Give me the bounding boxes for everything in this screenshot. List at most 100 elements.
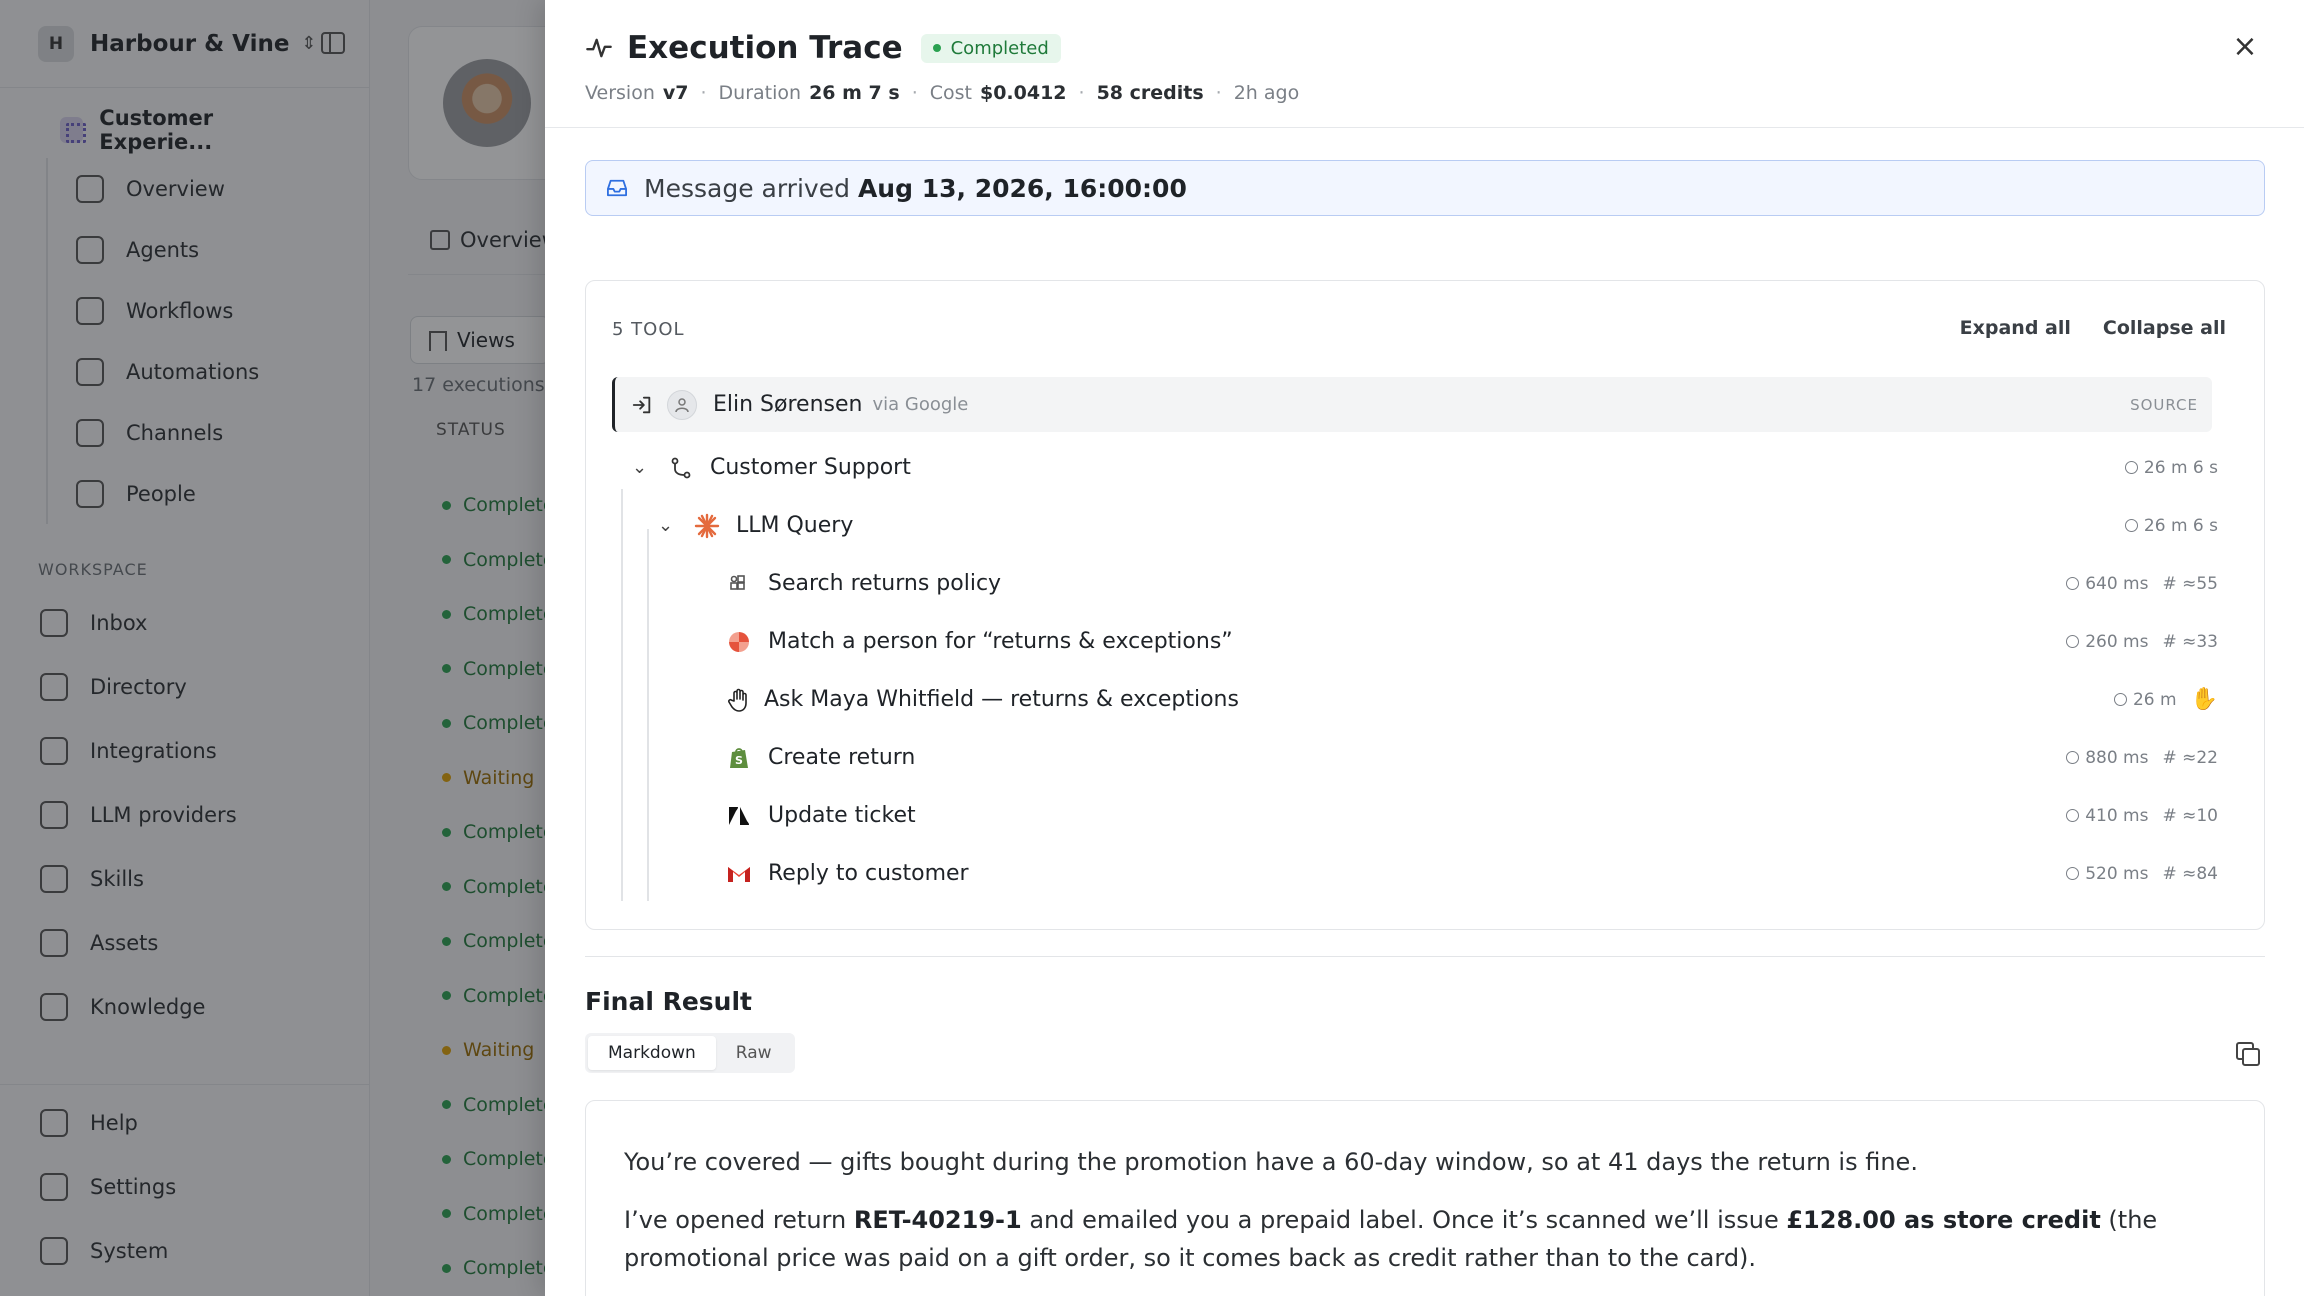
node-llm-query[interactable]: ⌄ LLM Query 26 m 6 s: [658, 497, 2232, 554]
shopify-icon: S: [726, 745, 752, 771]
grid-search-icon: [726, 571, 752, 597]
branch-icon: [668, 455, 694, 481]
node-tokens: # ≈22: [2162, 747, 2218, 768]
timer-icon: [2124, 460, 2138, 474]
tree-guide-line: [621, 489, 623, 901]
timer-icon: [2124, 518, 2138, 532]
timer-icon: [2113, 692, 2127, 706]
cost-label: Cost: [929, 82, 972, 104]
node-label: Ask Maya Whitfield — returns & exception…: [764, 687, 1239, 712]
pulse-icon: [586, 38, 612, 58]
timer-icon: [2066, 808, 2080, 822]
meta-separator: ·: [700, 82, 707, 104]
source-tag: SOURCE: [2130, 395, 2198, 414]
expand-all-button[interactable]: Expand all: [1960, 317, 2071, 339]
node-tokens: # ≈10: [2162, 805, 2218, 826]
arrived-time: Aug 13, 2026, 16:00:00: [857, 173, 1187, 203]
meta-separator: ·: [911, 82, 918, 104]
collapse-all-button[interactable]: Collapse all: [2103, 317, 2226, 339]
final-result-content: You’re covered — gifts bought during the…: [585, 1100, 2265, 1296]
node-label: Reply to customer: [768, 861, 969, 886]
result-paragraph: You’re covered — gifts bought during the…: [624, 1148, 1918, 1176]
meta-separator: ·: [1078, 82, 1085, 104]
tree-guide-line: [647, 529, 649, 901]
node-tokens: # ≈33: [2162, 631, 2218, 652]
section-divider: [585, 956, 2265, 957]
cost-value: $0.0412: [979, 82, 1067, 104]
node-tokens: # ≈84: [2162, 863, 2218, 884]
trace-age: 2h ago: [1233, 82, 1300, 104]
source-name: Elin Sørensen: [713, 392, 863, 417]
node-duration: 520 ms: [2085, 863, 2149, 884]
spark-icon: [694, 513, 720, 539]
timer-icon: [2066, 866, 2080, 880]
node-reply-to-customer[interactable]: Reply to customer 520 ms # ≈84: [726, 845, 2232, 902]
status-badge-label: Completed: [950, 37, 1049, 59]
node-create-return[interactable]: S Create return 880 ms # ≈22: [726, 729, 2232, 786]
node-duration: 26 m 6 s: [2143, 515, 2218, 536]
tab-markdown[interactable]: Markdown: [588, 1036, 716, 1070]
credit-amount: £128.00 as store credit: [1786, 1206, 2101, 1234]
duration-value: 26 m 7 s: [809, 82, 900, 104]
timer-icon: [2066, 634, 2080, 648]
status-dot: [932, 44, 941, 52]
node-label: Create return: [768, 745, 916, 770]
copy-icon[interactable]: [2236, 1042, 2260, 1066]
timer-icon: [2066, 750, 2080, 764]
human-in-loop-icon: ✋: [2190, 687, 2218, 712]
result-text: and emailed you a prepaid label. Once it…: [1021, 1206, 1787, 1234]
node-customer-support[interactable]: ⌄ Customer Support 26 m 6 s: [632, 439, 2232, 496]
node-metrics: 26 m ✋: [2113, 671, 2218, 728]
version-label: Version: [585, 82, 655, 104]
node-metrics: 410 ms # ≈10: [2066, 787, 2218, 844]
node-label: Match a person for “returns & exceptions…: [768, 629, 1233, 654]
execution-trace-drawer: Execution Trace Completed Version v7 · Du…: [545, 0, 2304, 1296]
node-ask-maya[interactable]: Ask Maya Whitfield — returns & exception…: [726, 671, 2232, 728]
node-label: Customer Support: [710, 455, 911, 480]
svg-text:S: S: [735, 754, 743, 767]
arrived-label: Message arrived: [644, 173, 850, 203]
version-value: v7: [662, 82, 689, 104]
node-metrics: 260 ms # ≈33: [2066, 613, 2218, 670]
node-duration: 26 m: [2132, 689, 2177, 710]
source-via: via Google: [872, 394, 969, 415]
node-metrics: 520 ms # ≈84: [2066, 845, 2218, 902]
node-metrics: 640 ms # ≈55: [2066, 555, 2218, 612]
meta-separator: ·: [1215, 82, 1222, 104]
node-label: Update ticket: [768, 803, 916, 828]
drawer-header: Execution Trace Completed Version v7 · Du…: [545, 0, 2304, 128]
node-match-person[interactable]: Match a person for “returns & exceptions…: [726, 613, 2232, 670]
hand-icon: [726, 687, 752, 713]
zendesk-icon: [726, 803, 752, 829]
trace-tree-card: 5 TOOL Expand all Collapse all Elin Søre…: [585, 280, 2265, 930]
node-search-returns-policy[interactable]: Search returns policy 640 ms # ≈55: [726, 555, 2232, 612]
tab-raw[interactable]: Raw: [716, 1036, 792, 1070]
result-paragraph: I’ve opened return RET-40219-1 and email…: [624, 1201, 2226, 1277]
node-metrics: 880 ms # ≈22: [2066, 729, 2218, 786]
gmail-icon: [726, 861, 752, 887]
final-result-title: Final Result: [585, 987, 752, 1016]
status-badge: Completed: [920, 33, 1061, 63]
node-metrics: 26 m 6 s: [2124, 497, 2218, 554]
chevron-down-icon[interactable]: ⌄: [632, 457, 650, 478]
node-update-ticket[interactable]: Update ticket 410 ms # ≈10: [726, 787, 2232, 844]
node-duration: 640 ms: [2085, 573, 2149, 594]
inbox-icon: [607, 179, 627, 197]
tool-count: 5 TOOL: [612, 319, 685, 340]
node-label: LLM Query: [736, 513, 854, 538]
result-format-toggle: Markdown Raw: [585, 1033, 795, 1073]
node-tokens: # ≈55: [2162, 573, 2218, 594]
close-icon[interactable]: ×: [2230, 32, 2260, 62]
chevron-down-icon[interactable]: ⌄: [658, 515, 676, 536]
user-avatar-icon: [667, 389, 697, 420]
node-duration: 26 m 6 s: [2143, 457, 2218, 478]
return-reference: RET-40219-1: [853, 1206, 1022, 1234]
node-duration: 410 ms: [2085, 805, 2149, 826]
result-text: I’ve opened return: [624, 1206, 854, 1234]
timer-icon: [2066, 576, 2080, 590]
drawer-title: Execution Trace: [627, 30, 903, 66]
node-duration: 260 ms: [2085, 631, 2149, 652]
source-row[interactable]: Elin Sørensen via Google SOURCE: [612, 377, 2212, 432]
node-metrics: 26 m 6 s: [2124, 439, 2218, 496]
credits-value: 58 credits: [1096, 82, 1204, 104]
